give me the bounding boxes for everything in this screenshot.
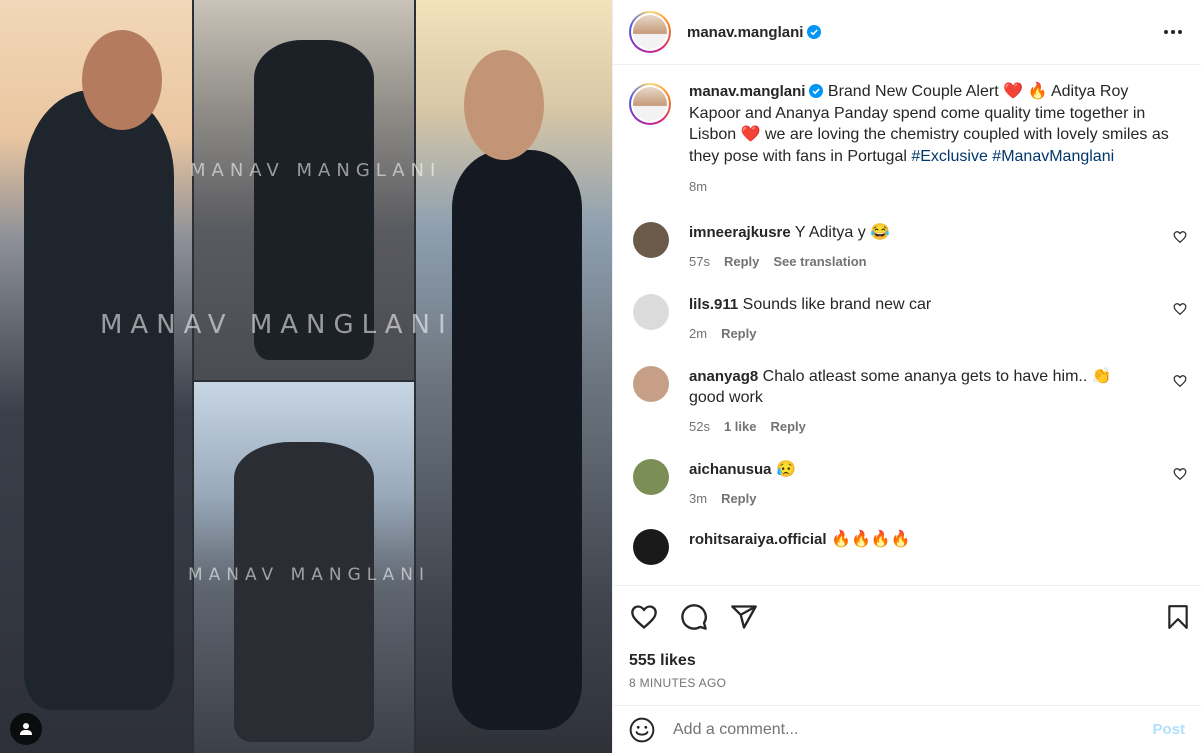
emoji-icon[interactable] [629, 717, 655, 743]
comment-time[interactable]: 52s [689, 416, 710, 437]
comment-like-heart-icon[interactable] [1173, 374, 1187, 388]
comment-text: Y Aditya y 😂 [794, 223, 891, 241]
comment-like-heart-icon[interactable] [1173, 467, 1187, 481]
comment-icon [681, 604, 707, 630]
comment-body: lils.911 Sounds like brand new car 2m Re… [689, 294, 1149, 344]
post-image[interactable]: MANAV MANGLANI MANAV MANGLANI MANAV MANG… [0, 0, 612, 753]
comment-item: aichanusua 😥 3m Reply [613, 458, 1201, 509]
hashtag-link[interactable]: #ManavManglani [992, 148, 1114, 165]
comment-body: rohitsaraiya.official 🔥🔥🔥🔥 [689, 529, 1149, 565]
comment-input[interactable] [673, 720, 1153, 739]
comment-text: 🔥🔥🔥🔥 [831, 530, 911, 548]
caption-avatar[interactable] [629, 83, 671, 125]
comment-time[interactable]: 57s [689, 251, 710, 272]
couple-figure-2 [234, 442, 374, 742]
comment-time[interactable]: 3m [689, 488, 707, 509]
heart-emoji: ❤️ [1003, 83, 1024, 100]
more-horizontal-icon [1164, 30, 1182, 34]
post-view: MANAV MANGLANI MANAV MANGLANI MANAV MANG… [0, 0, 1201, 753]
comment-meta: 2m Reply [689, 323, 1149, 344]
comments-list[interactable]: manav.manglani Brand New Couple Alert ❤️… [613, 65, 1201, 585]
woman-head [464, 50, 544, 160]
reply-button[interactable]: Reply [721, 488, 756, 509]
commenter-username[interactable]: imneerajkusre [689, 224, 791, 241]
comment-meta: 52s 1 like Reply [689, 416, 1149, 437]
verified-badge-icon [809, 84, 824, 98]
author-username-text[interactable]: manav.manglani [687, 24, 803, 41]
comment-item: lils.911 Sounds like brand new car 2m Re… [613, 293, 1201, 344]
post-timestamp[interactable]: 8 MINUTES AGO [629, 676, 1185, 690]
comment-time[interactable]: 2m [689, 323, 707, 344]
reply-button[interactable]: Reply [724, 251, 759, 272]
comment-item: rohitsaraiya.official 🔥🔥🔥🔥 [613, 528, 1201, 565]
see-translation-button[interactable]: See translation [773, 251, 866, 272]
heart-emoji: ❤️ [740, 126, 761, 143]
comment-likes-count[interactable]: 1 like [724, 416, 757, 437]
author-avatar[interactable] [629, 11, 671, 53]
post-comment-button[interactable]: Post [1152, 721, 1185, 738]
user-tag-icon [20, 723, 32, 735]
save-button[interactable] [1163, 602, 1193, 632]
hashtag-link[interactable]: #Exclusive [911, 148, 987, 165]
commenter-username[interactable]: aichanusua [689, 461, 772, 478]
post-sidebar: manav.manglani manav.manglani Brand New … [612, 0, 1201, 753]
man-figure [24, 90, 174, 710]
reply-button[interactable]: Reply [721, 323, 756, 344]
add-comment-bar: Post [613, 705, 1201, 753]
woman-figure [452, 150, 582, 730]
commenter-avatar[interactable] [633, 365, 669, 402]
man-head [82, 30, 162, 130]
comment-like-heart-icon[interactable] [1173, 230, 1187, 244]
comment-text: Sounds like brand new car [742, 295, 932, 313]
likes-count[interactable]: 555 likes [629, 652, 1185, 670]
post-actions: 555 likes 8 MINUTES AGO Post [613, 585, 1201, 753]
photo-woman-smiling [416, 0, 612, 753]
caption-username[interactable]: manav.manglani [689, 83, 805, 100]
commenter-avatar[interactable] [633, 458, 669, 495]
photo-couple-view [194, 382, 414, 753]
photo-couple-bridge [194, 0, 414, 380]
reply-button[interactable]: Reply [771, 416, 806, 437]
comment-text: 😥 [775, 460, 796, 478]
comment-body: ananyag8 Chalo atleast some ananya gets … [689, 366, 1149, 437]
comment-meta: 3m Reply [689, 488, 1149, 509]
caption-text: Brand New Couple Alert [827, 83, 999, 100]
commenter-avatar[interactable] [633, 528, 669, 565]
share-button[interactable] [729, 602, 759, 632]
author-username[interactable]: manav.manglani [687, 24, 822, 41]
commenter-avatar[interactable] [633, 221, 669, 258]
commenter-avatar[interactable] [633, 293, 669, 330]
user-tag-button[interactable] [10, 713, 42, 745]
fire-emoji: 🔥 [1027, 83, 1048, 100]
comment-like-heart-icon[interactable] [1173, 302, 1187, 316]
comment-body: imneerajkusre Y Aditya y 😂 57s Reply See… [689, 222, 1149, 272]
photo-man-smiling [0, 0, 192, 753]
commenter-username[interactable]: rohitsaraiya.official [689, 531, 827, 548]
commenter-username[interactable]: ananyag8 [689, 368, 758, 385]
post-header: manav.manglani [613, 0, 1201, 65]
comment-item: ananyag8 Chalo atleast some ananya gets … [613, 365, 1201, 437]
more-options-button[interactable] [1161, 20, 1185, 44]
like-button[interactable] [629, 602, 659, 632]
comment-meta: 57s Reply See translation [689, 251, 1149, 272]
comment-button[interactable] [679, 602, 709, 632]
comment-body: aichanusua 😥 3m Reply [689, 459, 1149, 509]
comment-item: imneerajkusre Y Aditya y 😂 57s Reply See… [613, 221, 1201, 272]
bookmark-icon [1168, 605, 1188, 629]
couple-figure [254, 40, 374, 360]
share-icon [731, 605, 757, 629]
commenter-username[interactable]: lils.911 [689, 296, 738, 313]
action-icons [629, 602, 1185, 632]
caption-time[interactable]: 8m [689, 176, 1179, 198]
verified-badge-icon [807, 24, 822, 39]
heart-icon [631, 605, 657, 629]
caption: manav.manglani Brand New Couple Alert ❤️… [613, 65, 1201, 198]
caption-body: manav.manglani Brand New Couple Alert ❤️… [689, 81, 1179, 198]
